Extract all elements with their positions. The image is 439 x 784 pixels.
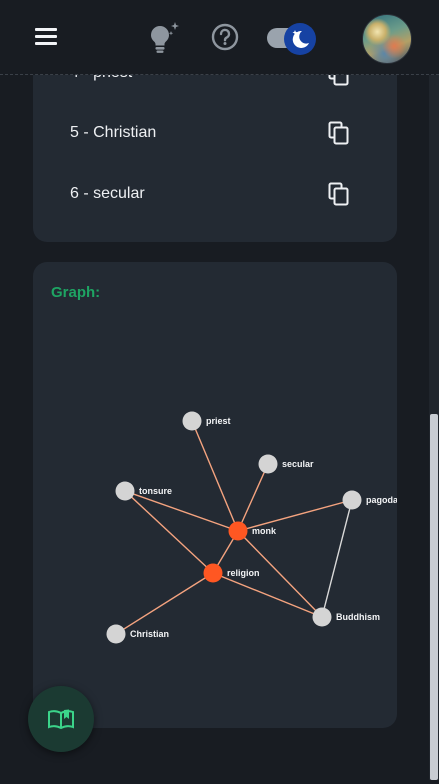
graph-node-label: Buddhism (336, 612, 380, 622)
moon-icon (292, 30, 309, 48)
lightbulb-icon[interactable] (146, 20, 182, 54)
graph-edge-tonsure-monk (124, 490, 239, 532)
graph-node-buddhism[interactable] (312, 607, 332, 627)
open-book-icon (48, 709, 74, 730)
graph-edge-religion-Christian (115, 572, 214, 635)
theme-toggle[interactable] (267, 23, 321, 55)
graph-node-pagoda[interactable] (342, 490, 362, 510)
graph-edge-religion-Buddhism (212, 572, 323, 618)
graph-edge-secular-monk (237, 463, 269, 532)
graph-node-label: pagoda (366, 495, 399, 505)
graph-node-monk[interactable] (228, 521, 248, 541)
hamburger-icon[interactable] (35, 28, 59, 46)
graph-node-label: religion (227, 568, 260, 578)
graph-edge-pagoda-Buddhism (321, 499, 353, 618)
graph-node-religion[interactable] (203, 563, 223, 583)
graph-node-label: monk (252, 526, 277, 536)
graph-node-christian[interactable] (106, 624, 126, 644)
graph-node-label: tonsure (139, 486, 172, 496)
graph-edge-priest-monk (191, 420, 239, 532)
graph-node-secular[interactable] (258, 454, 278, 474)
word-graph[interactable]: priest secular tonsure pagoda monk religion Ch… (0, 0, 439, 784)
app-header (0, 0, 439, 75)
open-book-button[interactable] (28, 686, 94, 752)
help-circle-icon[interactable] (211, 23, 239, 51)
graph-node-tonsure[interactable] (115, 481, 135, 501)
graph-edge-tonsure-religion (124, 490, 214, 574)
graph-node-label: Christian (130, 629, 169, 639)
graph-node-label: priest (206, 416, 231, 426)
toggle-knob (284, 23, 316, 55)
graph-node-priest[interactable] (182, 411, 202, 431)
graph-node-label: secular (282, 459, 314, 469)
user-avatar[interactable] (362, 14, 412, 64)
